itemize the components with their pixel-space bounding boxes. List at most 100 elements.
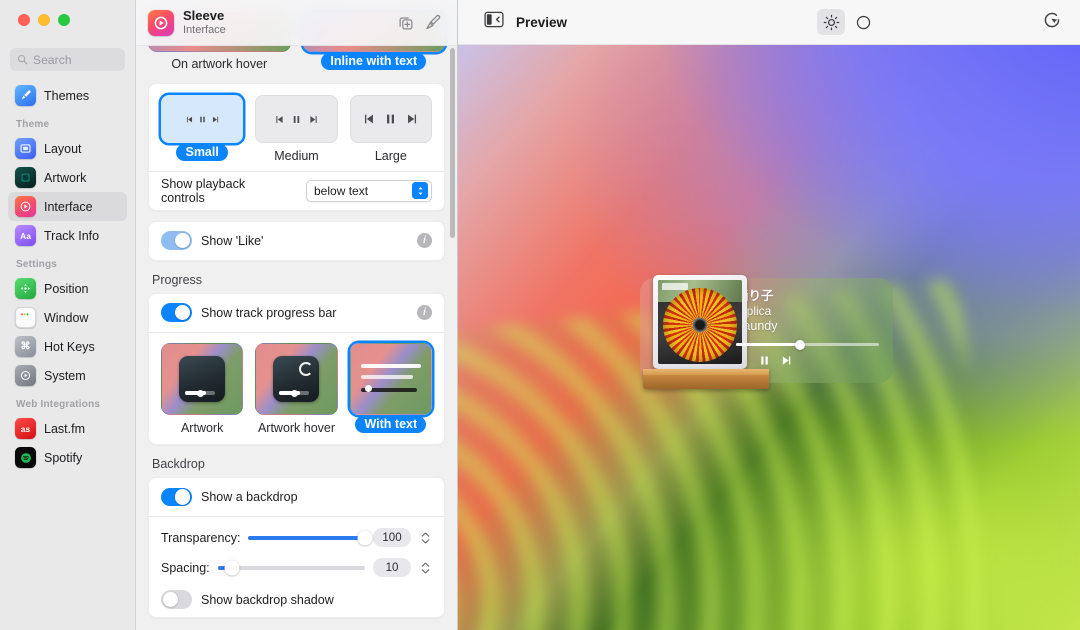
next-button[interactable] — [780, 354, 793, 372]
reload-cursor-icon[interactable] — [1042, 10, 1062, 35]
window-icon — [15, 307, 36, 328]
sidebar-item-label: Window — [44, 311, 88, 325]
show-like-toggle[interactable] — [161, 231, 192, 250]
cd-jewel-case — [653, 275, 747, 369]
mini-progress-knob — [291, 390, 298, 397]
option-label-wrap: Inline with text — [303, 52, 446, 70]
zoom-button[interactable] — [58, 14, 70, 26]
show-like-card: Show 'Like' i — [148, 221, 445, 261]
show-backdrop-shadow-toggle[interactable] — [161, 590, 192, 609]
with-text-progress-knob — [365, 385, 372, 392]
show-backdrop-row: Show a backdrop — [149, 478, 444, 516]
size-preview-medium[interactable] — [255, 95, 337, 143]
artwork-square — [273, 356, 319, 402]
spacing-value[interactable]: 10 — [373, 558, 411, 577]
progress-style-thumbnail[interactable] — [161, 343, 243, 415]
sidebar-item-label: Spotify — [44, 451, 82, 465]
chevron-down-icon — [421, 539, 430, 544]
progress-style-label: Artwork — [161, 421, 243, 435]
progress-style-label: Artwork hover — [255, 421, 337, 435]
sidebar-item-track-info[interactable]: Aa Track Info — [8, 221, 127, 250]
progress-style-artwork-hover[interactable]: Artwork hover — [255, 343, 337, 435]
interface-icon — [15, 196, 36, 217]
chevron-up-icon — [421, 532, 430, 537]
show-backdrop-label: Show a backdrop — [201, 490, 298, 504]
sidebar-section-web-integrations: Web Integrations — [8, 390, 127, 414]
progress-fill — [736, 343, 800, 346]
sidebar-item-artwork[interactable]: Artwork — [8, 163, 127, 192]
size-option-small[interactable]: Small — [161, 95, 243, 163]
sidebar-item-system[interactable]: System — [8, 361, 127, 390]
duplicate-icon[interactable] — [393, 10, 419, 36]
sidebar-item-label: Artwork — [44, 171, 86, 185]
show-like-row: Show 'Like' i — [149, 222, 444, 260]
playback-controls-select[interactable]: below text — [306, 180, 432, 202]
sidebar-item-window[interactable]: Window — [8, 303, 127, 332]
settings-scroll-area[interactable]: On artwork hover Inline with text — [136, 0, 457, 630]
sidebar-item-themes[interactable]: Themes — [8, 81, 127, 110]
progress-style-thumbnail[interactable] — [350, 343, 432, 415]
slider-fill — [248, 536, 365, 540]
show-backdrop-toggle[interactable] — [161, 488, 192, 507]
minimize-button[interactable] — [38, 14, 50, 26]
spacing-label: Spacing: — [161, 561, 210, 575]
paintbrush-icon[interactable] — [419, 10, 445, 36]
now-playing-widget[interactable]: 踊り子 replica Vaundy — [640, 278, 893, 383]
sidebar-item-label: Hot Keys — [44, 340, 95, 354]
panel-titles: Sleeve Interface — [183, 9, 393, 37]
sidebar-toggle-icon[interactable] — [484, 11, 504, 33]
moon-icon[interactable] — [849, 9, 877, 35]
sidebar-item-spotify[interactable]: Spotify — [8, 443, 127, 472]
playback-glyphs-medium — [274, 114, 319, 125]
progress-style-label: With text — [355, 416, 426, 433]
toggle-knob — [163, 592, 178, 607]
transparency-label: Transparency: — [161, 531, 240, 545]
chevron-updown-icon[interactable] — [412, 182, 428, 199]
sidebar-item-position[interactable]: Position — [8, 274, 127, 303]
progress-style-thumbnail[interactable] — [255, 343, 337, 415]
previous-icon — [185, 115, 194, 124]
sidebar-item-layout[interactable]: Layout — [8, 134, 127, 163]
transparency-stepper[interactable] — [419, 532, 432, 544]
progress-style-artwork[interactable]: Artwork — [161, 343, 243, 435]
transparency-slider[interactable] — [248, 536, 365, 540]
size-option-medium[interactable]: Medium — [255, 95, 337, 163]
sidebar-item-label: Interface — [44, 200, 93, 214]
track-progress-slider[interactable] — [736, 343, 879, 346]
progress-knob[interactable] — [795, 340, 805, 350]
info-icon[interactable]: i — [417, 233, 432, 248]
control-size-options: Small Medium — [149, 84, 444, 171]
size-option-large[interactable]: Large — [350, 95, 432, 163]
sidebar-item-hot-keys[interactable]: ⌘ Hot Keys — [8, 332, 127, 361]
next-icon — [308, 114, 319, 125]
toggle-knob — [175, 305, 190, 320]
layout-icon — [15, 138, 36, 159]
slider-knob[interactable] — [225, 560, 240, 575]
size-label: Medium — [255, 149, 337, 163]
search-input[interactable]: Search — [10, 48, 125, 71]
show-track-progress-bar-toggle[interactable] — [161, 303, 192, 322]
sidebar-item-interface[interactable]: Interface — [8, 192, 127, 221]
progress-style-with-text[interactable]: With text — [350, 343, 432, 435]
info-icon[interactable]: i — [417, 305, 432, 320]
app-title: Sleeve — [183, 9, 393, 24]
size-preview-small[interactable] — [161, 95, 243, 143]
spacing-stepper[interactable] — [419, 562, 432, 574]
transparency-value[interactable]: 100 — [373, 528, 411, 547]
settings-panel-header: Sleeve Interface — [136, 0, 457, 46]
divider — [149, 516, 444, 517]
text-line — [361, 364, 421, 368]
progress-card: Show track progress bar i — [148, 293, 445, 446]
size-preview-large[interactable] — [350, 95, 432, 143]
sidebar-item-lastfm[interactable]: as Last.fm — [8, 414, 127, 443]
settings-scrollbar[interactable] — [450, 48, 455, 238]
close-button[interactable] — [18, 14, 30, 26]
size-label-wrap: Small — [161, 143, 243, 161]
sidebar: Search Themes Theme Layout Artwor — [0, 0, 136, 630]
sidebar-item-label: System — [44, 369, 86, 383]
sun-icon[interactable] — [817, 9, 845, 35]
slider-knob[interactable] — [358, 530, 373, 545]
transparency-row: Transparency: 100 — [149, 523, 444, 553]
cd-case-inner — [658, 280, 742, 364]
spacing-slider[interactable] — [218, 566, 365, 570]
